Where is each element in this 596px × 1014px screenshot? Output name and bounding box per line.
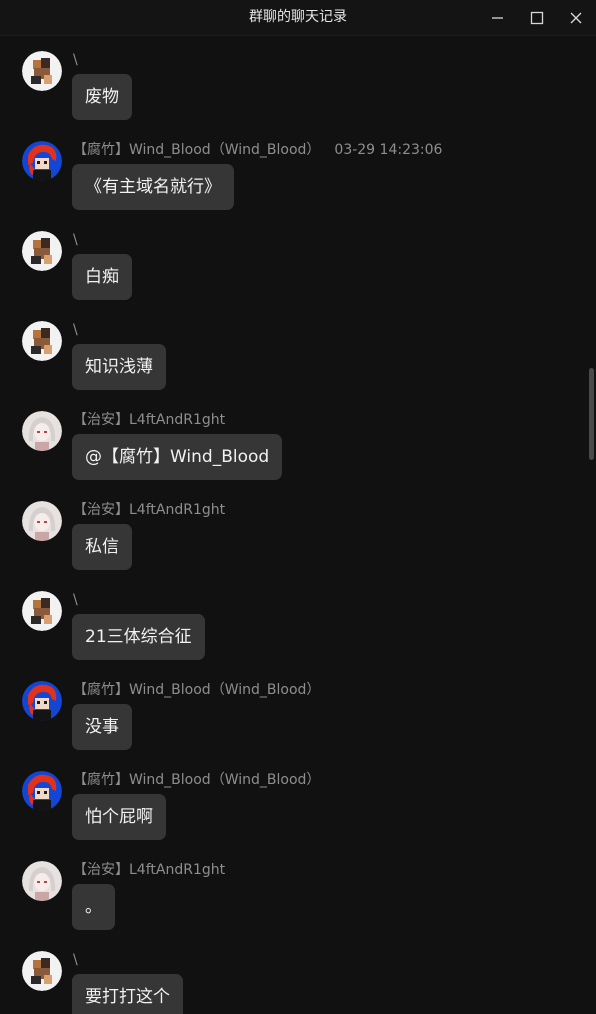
minimize-icon xyxy=(492,17,503,19)
message-bubble: 私信 xyxy=(72,524,132,570)
message-bubble: 。 xyxy=(72,884,115,930)
red-hair-avatar[interactable] xyxy=(22,141,62,181)
sender-name: 【治安】L4ftAndR1ght xyxy=(73,502,226,518)
chat-message: 【治安】L4ftAndR1ght 。 xyxy=(0,846,580,936)
sender-name: \ xyxy=(73,232,78,248)
sender-name: 【腐竹】Wind_Blood（Wind_Blood） 03-29 14:23:06 xyxy=(73,142,443,158)
chat-history-list[interactable]: \ 废物 【腐竹】Wind_Blood（Wind_Blood） 03-29 14:… xyxy=(0,36,596,1014)
cat-avatar[interactable] xyxy=(22,951,62,991)
message-bubble: 知识浅薄 xyxy=(72,344,166,390)
message-bubble: 《有主域名就行》 xyxy=(72,164,234,210)
anime-girl-avatar[interactable] xyxy=(22,501,62,541)
message-bubble: 怕个屁啊 xyxy=(72,794,166,840)
message-bubble: 要打打这个 xyxy=(72,974,183,1014)
chat-message: \ 知识浅薄 xyxy=(0,306,580,396)
close-button[interactable] xyxy=(563,5,589,31)
cat-avatar[interactable] xyxy=(22,321,62,361)
anime-girl-avatar[interactable] xyxy=(22,411,62,451)
cat-avatar[interactable] xyxy=(22,591,62,631)
scrollbar-thumb[interactable] xyxy=(589,368,594,460)
message-bubble: @【腐竹】Wind_Blood xyxy=(72,434,283,480)
maximize-button[interactable] xyxy=(524,5,550,31)
chat-message: \ 要打打这个 xyxy=(0,936,580,1014)
sender-name: \ xyxy=(73,592,78,608)
red-hair-avatar[interactable] xyxy=(22,681,62,721)
sender-name: \ xyxy=(73,322,78,338)
message-bubble: 废物 xyxy=(72,74,132,120)
title-bar: 群聊的聊天记录 xyxy=(0,0,596,36)
chat-message: 【腐竹】Wind_Blood（Wind_Blood） 没事 xyxy=(0,666,580,756)
sender-name: 【腐竹】Wind_Blood（Wind_Blood） xyxy=(73,772,321,788)
maximize-icon xyxy=(530,11,544,25)
red-hair-avatar[interactable] xyxy=(22,771,62,811)
chat-message: \ 21三体综合征 xyxy=(0,576,580,666)
message-timestamp: 03-29 14:23:06 xyxy=(334,142,443,158)
cat-avatar[interactable] xyxy=(22,51,62,91)
message-bubble: 白痴 xyxy=(72,254,132,300)
sender-name: 【腐竹】Wind_Blood（Wind_Blood） xyxy=(73,682,321,698)
sender-name: \ xyxy=(73,52,78,68)
sender-name: 【治安】L4ftAndR1ght xyxy=(73,862,226,878)
minimize-button[interactable] xyxy=(484,5,510,31)
message-bubble: 21三体综合征 xyxy=(72,614,205,660)
cat-avatar[interactable] xyxy=(22,231,62,271)
chat-message: 【治安】L4ftAndR1ght @【腐竹】Wind_Blood xyxy=(0,396,580,486)
message-bubble: 没事 xyxy=(72,704,132,750)
chat-message: \ 废物 xyxy=(0,36,580,126)
chat-message: 【治安】L4ftAndR1ght 私信 xyxy=(0,486,580,576)
sender-name: \ xyxy=(73,952,78,968)
sender-name: 【治安】L4ftAndR1ght xyxy=(73,412,226,428)
chat-message: 【腐竹】Wind_Blood（Wind_Blood） 03-29 14:23:06… xyxy=(0,126,580,216)
anime-girl-avatar[interactable] xyxy=(22,861,62,901)
chat-message: 【腐竹】Wind_Blood（Wind_Blood） 怕个屁啊 xyxy=(0,756,580,846)
close-icon xyxy=(570,12,582,24)
chat-message: \ 白痴 xyxy=(0,216,580,306)
